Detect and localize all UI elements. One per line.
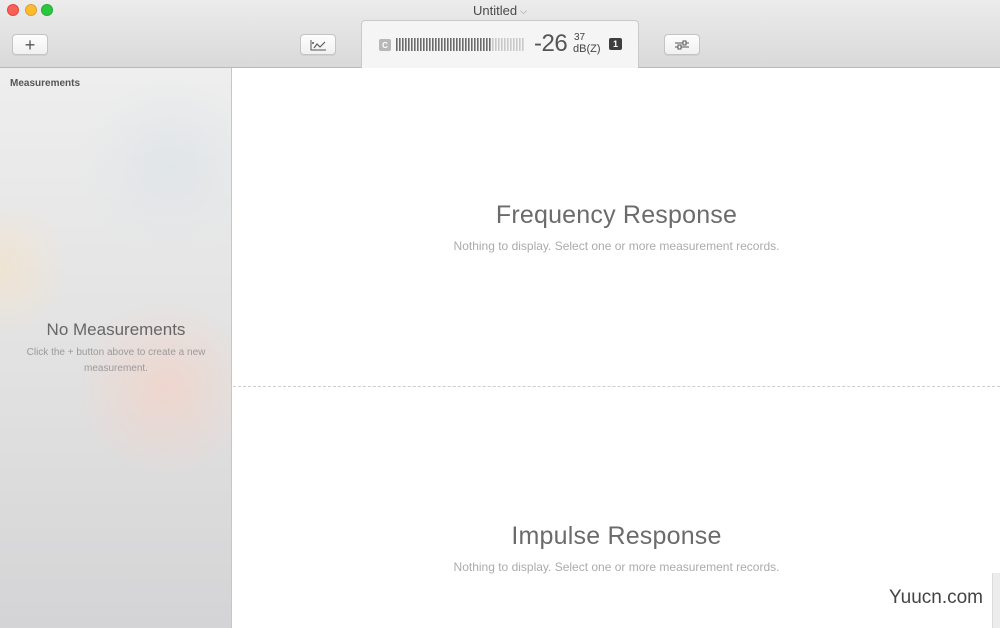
meter-bar [402,38,404,51]
meter-bar [417,38,419,51]
channel-badge[interactable]: 1 [609,38,622,50]
window-title-text: Untitled [473,3,518,18]
meter-bar [429,38,431,51]
meter-bar [522,38,524,51]
sidebar-heading: Measurements [10,78,81,89]
meter-bar [507,38,509,51]
chart-icon [310,39,326,50]
meter-bar [453,38,455,51]
frequency-response-title: Frequency Response [495,201,738,229]
meter-bar [462,38,464,51]
meter-bar [435,38,437,51]
meter-bar [471,38,473,51]
meter-bar [408,38,410,51]
meter-bar [432,38,434,51]
frequency-response-empty-message: Nothing to display. Select one or more m… [453,239,780,253]
meter-bar [420,38,422,51]
window-title[interactable]: Untitled ⌵ [0,3,1000,18]
meter-bar [498,38,500,51]
meter-bar [465,38,467,51]
meter-bar [444,38,446,51]
meter-bar [396,38,398,51]
meter-bar [519,38,521,51]
meter-bar [405,38,407,51]
impulse-response-empty-message: Nothing to display. Select one or more m… [453,560,780,574]
meter-bar [501,38,503,51]
chart-options-button[interactable] [300,34,336,55]
meter-bar [516,38,518,51]
level-unit: dB(Z) [573,43,601,55]
meter-bar [513,38,515,51]
meter-bar [489,38,491,51]
title-bar: Untitled ⌵ + C -26 37 dB(Z) 1 [0,0,1000,68]
meter-bar [426,38,428,51]
meter-bar [414,38,416,51]
meter-bar [450,38,452,51]
impulse-response-title: Impulse Response [511,522,722,550]
level-reading: -26 [534,30,568,57]
meter-bar [474,38,476,51]
meter-bar [510,38,512,51]
level-meter-panel[interactable]: C -26 37 dB(Z) 1 [361,20,639,68]
meter-bar [486,38,488,51]
meter-bar [441,38,443,51]
app-window: Untitled ⌵ + C -26 37 dB(Z) 1 Measuremen… [0,0,1000,628]
level-meter-bars [396,38,524,51]
watermark: Yuucn.com [889,587,983,608]
meter-bar [480,38,482,51]
add-measurement-button[interactable]: + [12,34,48,55]
meter-bar [492,38,494,51]
level-reading-decimals: 37 [574,32,586,43]
meter-bar [438,38,440,51]
plus-icon: + [24,34,36,55]
scrollbar[interactable] [992,573,1000,628]
pane-splitter[interactable] [233,386,1000,387]
measurements-sidebar[interactable]: Measurements No Measurements Click the +… [0,68,232,628]
empty-state-hint: Click the + button above to create a new… [26,347,206,374]
meter-bar [423,38,425,51]
meter-bar [483,38,485,51]
meter-bar [411,38,413,51]
meter-bar [456,38,458,51]
meter-bar [399,38,401,51]
sliders-icon [675,40,689,49]
chevron-down-icon: ⌵ [520,6,527,16]
weighting-badge[interactable]: C [379,39,391,51]
meter-bar [447,38,449,51]
meter-bar [504,38,506,51]
meter-bar [477,38,479,51]
response-panes: Frequency Response Nothing to display. S… [233,68,1000,628]
meter-bar [468,38,470,51]
empty-state-title: No Measurements [46,320,186,339]
meter-bar [459,38,461,51]
settings-button[interactable] [664,34,700,55]
meter-bar [495,38,497,51]
